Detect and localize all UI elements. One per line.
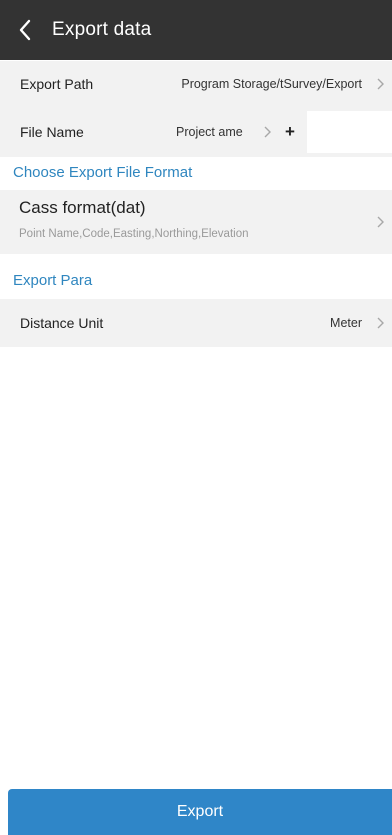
format-section-title: Choose Export File Format <box>13 164 193 181</box>
export-button[interactable]: Export <box>8 789 392 835</box>
export-path-label: Export Path <box>20 76 94 92</box>
chevron-right-icon <box>374 316 386 330</box>
file-name-input[interactable] <box>307 111 392 153</box>
add-name-button[interactable]: + <box>285 122 295 142</box>
back-button[interactable] <box>0 0 50 60</box>
chevron-right-icon <box>374 215 386 229</box>
distance-unit-label: Distance Unit <box>20 315 104 331</box>
para-section-title: Export Para <box>13 272 93 289</box>
page-title: Export data <box>52 19 152 40</box>
format-row[interactable]: Cass format(dat) Point Name,Code,Easting… <box>0 190 392 254</box>
format-name: Cass format(dat) <box>19 198 146 217</box>
distance-unit-value: Meter <box>330 316 362 330</box>
chevron-left-icon <box>19 19 31 41</box>
app-header: Export data <box>0 0 392 60</box>
chevron-right-icon <box>261 125 273 139</box>
file-name-value[interactable]: Project ame <box>176 125 243 139</box>
chevron-right-icon <box>374 77 386 91</box>
export-path-row[interactable]: Export Path Program Storage/tSurvey/Expo… <box>0 61 392 107</box>
format-fields: Point Name,Code,Easting,Northing,Elevati… <box>19 228 249 240</box>
export-data-screen: Export data Export Path Program Storage/… <box>0 0 392 835</box>
export-path-value: Program Storage/tSurvey/Export <box>181 77 362 91</box>
file-name-row: File Name Project ame + <box>0 107 392 157</box>
distance-unit-row[interactable]: Distance Unit Meter <box>0 299 392 347</box>
file-name-label: File Name <box>20 124 84 140</box>
